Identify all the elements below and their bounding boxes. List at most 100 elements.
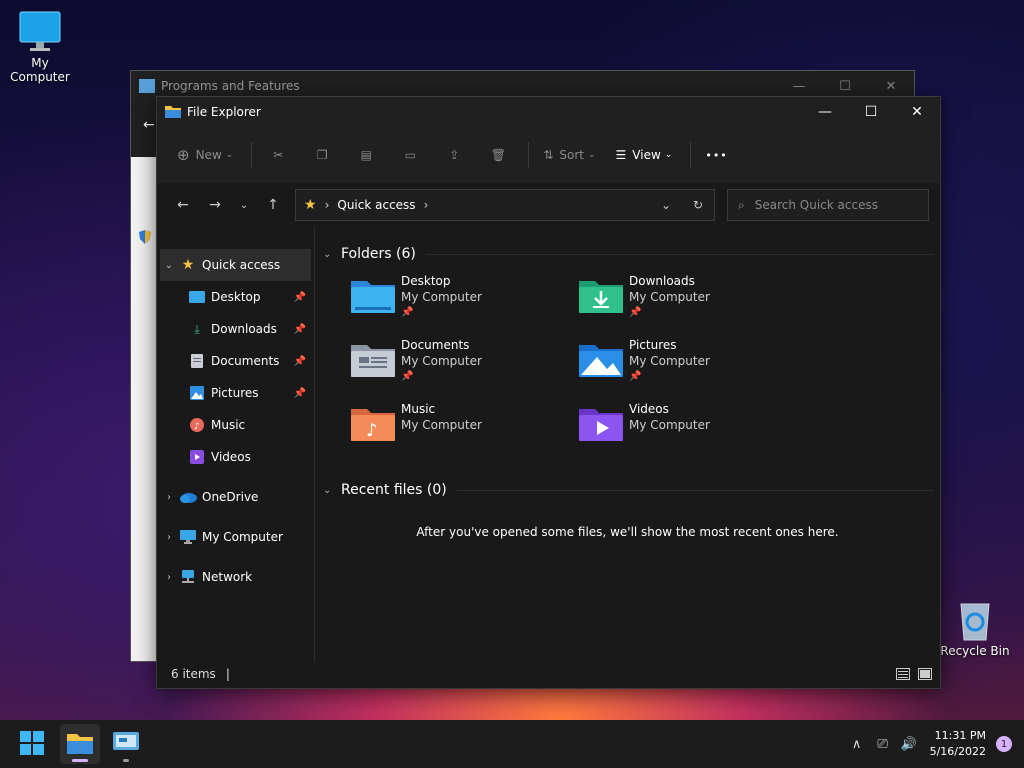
titlebar[interactable]: File Explorer — ☐ ✕ xyxy=(157,97,940,127)
share-button[interactable]: ⇪ xyxy=(434,139,474,171)
monitor-icon xyxy=(18,10,62,54)
maximize-button[interactable]: ☐ xyxy=(848,97,894,127)
up-button[interactable]: ↑ xyxy=(257,191,289,219)
nav-item-onedrive[interactable]: › OneDrive xyxy=(157,481,314,513)
divider xyxy=(528,142,530,168)
desktop-icon-recycle-bin[interactable]: Recycle Bin xyxy=(935,598,1015,658)
breadcrumb-quick-access[interactable]: Quick access xyxy=(337,198,415,212)
minimize-button[interactable]: — xyxy=(776,79,822,94)
address-dropdown-button[interactable]: ⌄ xyxy=(650,198,682,212)
folder-name: Downloads xyxy=(629,274,695,288)
folder-tile-music[interactable]: ♪ Music My Computer xyxy=(351,401,579,465)
new-button[interactable]: ⊕ New ⌄ xyxy=(169,139,241,171)
chevron-right-icon[interactable]: › xyxy=(160,532,178,543)
view-button[interactable]: ☰ View ⌄ xyxy=(608,139,681,171)
close-button[interactable]: ✕ xyxy=(894,97,940,127)
file-explorer-window[interactable]: File Explorer — ☐ ✕ ⊕ New ⌄ ✂ ❐ ▤ ▭ ⇪ 🗑 … xyxy=(156,96,941,689)
recycle-bin-icon xyxy=(955,598,995,642)
notification-badge[interactable]: 1 xyxy=(996,736,1012,752)
chevron-down-icon[interactable]: ⌄ xyxy=(160,260,178,271)
nav-item-pictures[interactable]: Pictures 📌 xyxy=(157,377,314,409)
clipboard-icon: ▤ xyxy=(360,148,372,162)
chevron-right-icon[interactable]: › xyxy=(160,492,178,503)
refresh-button[interactable]: ↻ xyxy=(682,198,714,212)
navigation-pane: ⌄ ★ Quick access Desktop 📌 ⤓ Downloads 📌… xyxy=(157,227,315,662)
folder-tile-downloads[interactable]: Downloads My Computer 📌 xyxy=(579,273,807,337)
clock[interactable]: 11:31 PM 5/16/2022 xyxy=(930,728,986,760)
network-icon[interactable]: ⎚ xyxy=(870,737,896,752)
breadcrumb-separator: › xyxy=(423,198,429,212)
nav-item-label: Pictures xyxy=(211,386,259,400)
recent-locations-button[interactable]: ⌄ xyxy=(231,191,257,219)
nav-item-my-computer[interactable]: › My Computer xyxy=(157,521,314,553)
back-arrow-icon[interactable]: ← xyxy=(143,117,155,133)
nav-item-network[interactable]: › Network xyxy=(157,561,314,593)
star-icon: ★ xyxy=(181,257,195,273)
ellipsis-icon: ••• xyxy=(705,148,728,162)
divider xyxy=(690,142,692,168)
nav-item-videos[interactable]: Videos xyxy=(157,441,314,473)
folder-tile-videos[interactable]: Videos My Computer xyxy=(579,401,807,465)
copy-button[interactable]: ❐ xyxy=(302,139,342,171)
back-button[interactable]: ← xyxy=(167,191,199,219)
nav-item-downloads[interactable]: ⤓ Downloads 📌 xyxy=(157,313,314,345)
show-hidden-icons-button[interactable]: ∧ xyxy=(844,737,870,752)
nav-item-label: Music xyxy=(211,418,246,432)
address-bar[interactable]: ★ › Quick access › ⌄ ↻ xyxy=(295,189,715,221)
folder-tile-desktop[interactable]: Desktop My Computer 📌 xyxy=(351,273,579,337)
rename-button[interactable]: ▭ xyxy=(390,139,430,171)
divider xyxy=(425,253,934,255)
recent-files-empty-message: After you've opened some files, we'll sh… xyxy=(416,525,839,539)
pin-icon: 📌 xyxy=(629,371,642,382)
folder-tile-pictures[interactable]: Pictures My Computer 📌 xyxy=(579,337,807,401)
videos-icon xyxy=(187,450,207,464)
folder-name: Documents xyxy=(401,338,470,352)
folders-section-title: Folders (6) xyxy=(341,246,416,262)
maximize-button[interactable]: ☐ xyxy=(822,79,868,94)
cut-button[interactable]: ✂ xyxy=(258,139,298,171)
chevron-right-icon[interactable]: › xyxy=(160,572,178,583)
search-input[interactable] xyxy=(754,198,905,212)
folder-name: Videos xyxy=(629,402,669,416)
arrow-left-icon: ← xyxy=(177,197,189,213)
minimize-button[interactable]: — xyxy=(802,97,848,127)
nav-item-desktop[interactable]: Desktop 📌 xyxy=(157,281,314,313)
recent-files-section-header[interactable]: ⌄ Recent files (0) xyxy=(323,477,942,503)
taskbar-control-panel[interactable] xyxy=(106,724,146,764)
folder-name: Music xyxy=(401,402,436,416)
paste-button[interactable]: ▤ xyxy=(346,139,386,171)
desktop-icon-label: Recycle Bin xyxy=(940,644,1010,658)
nav-item-music[interactable]: ♪ Music xyxy=(157,409,314,441)
window-title: File Explorer xyxy=(187,105,261,119)
nav-item-quick-access[interactable]: ⌄ ★ Quick access xyxy=(160,249,311,281)
folder-tile-documents[interactable]: Documents My Computer 📌 xyxy=(351,337,579,401)
desktop-icon-label: My Computer xyxy=(10,56,70,84)
nav-item-label: OneDrive xyxy=(202,490,259,504)
nav-item-documents[interactable]: Documents 📌 xyxy=(157,345,314,377)
folder-location: My Computer xyxy=(401,290,482,304)
details-view-button[interactable] xyxy=(892,665,914,683)
chevron-down-icon: ⌄ xyxy=(323,484,332,496)
arrow-right-icon: → xyxy=(209,197,221,213)
delete-button[interactable]: 🗑 xyxy=(478,139,518,171)
desktop-icon-my-computer[interactable]: My Computer xyxy=(0,10,80,84)
content-pane: ⌄ Folders (6) Desktop My Computer 📌 Downlo… xyxy=(315,227,942,662)
pin-icon: 📌 xyxy=(293,387,306,399)
folders-section-header[interactable]: ⌄ Folders (6) xyxy=(323,241,942,267)
volume-icon[interactable]: 🔊 xyxy=(896,737,922,752)
large-icons-view-button[interactable] xyxy=(914,665,936,683)
search-box[interactable]: ⌕ xyxy=(727,189,929,221)
close-button[interactable]: ✕ xyxy=(868,79,914,94)
pin-icon: 📌 xyxy=(401,307,414,318)
sort-button[interactable]: ⇅ Sort ⌄ xyxy=(535,139,603,171)
chevron-down-icon: ⌄ xyxy=(225,150,234,160)
taskbar-file-explorer[interactable] xyxy=(60,724,100,764)
nav-item-label: Network xyxy=(202,570,253,584)
cloud-icon xyxy=(178,491,198,503)
more-options-button[interactable]: ••• xyxy=(697,139,735,171)
start-button[interactable] xyxy=(12,724,52,764)
forward-button[interactable]: → xyxy=(199,191,231,219)
pin-icon: 📌 xyxy=(629,307,642,318)
star-icon: ★ xyxy=(304,197,317,213)
item-count: 6 items xyxy=(171,667,216,681)
